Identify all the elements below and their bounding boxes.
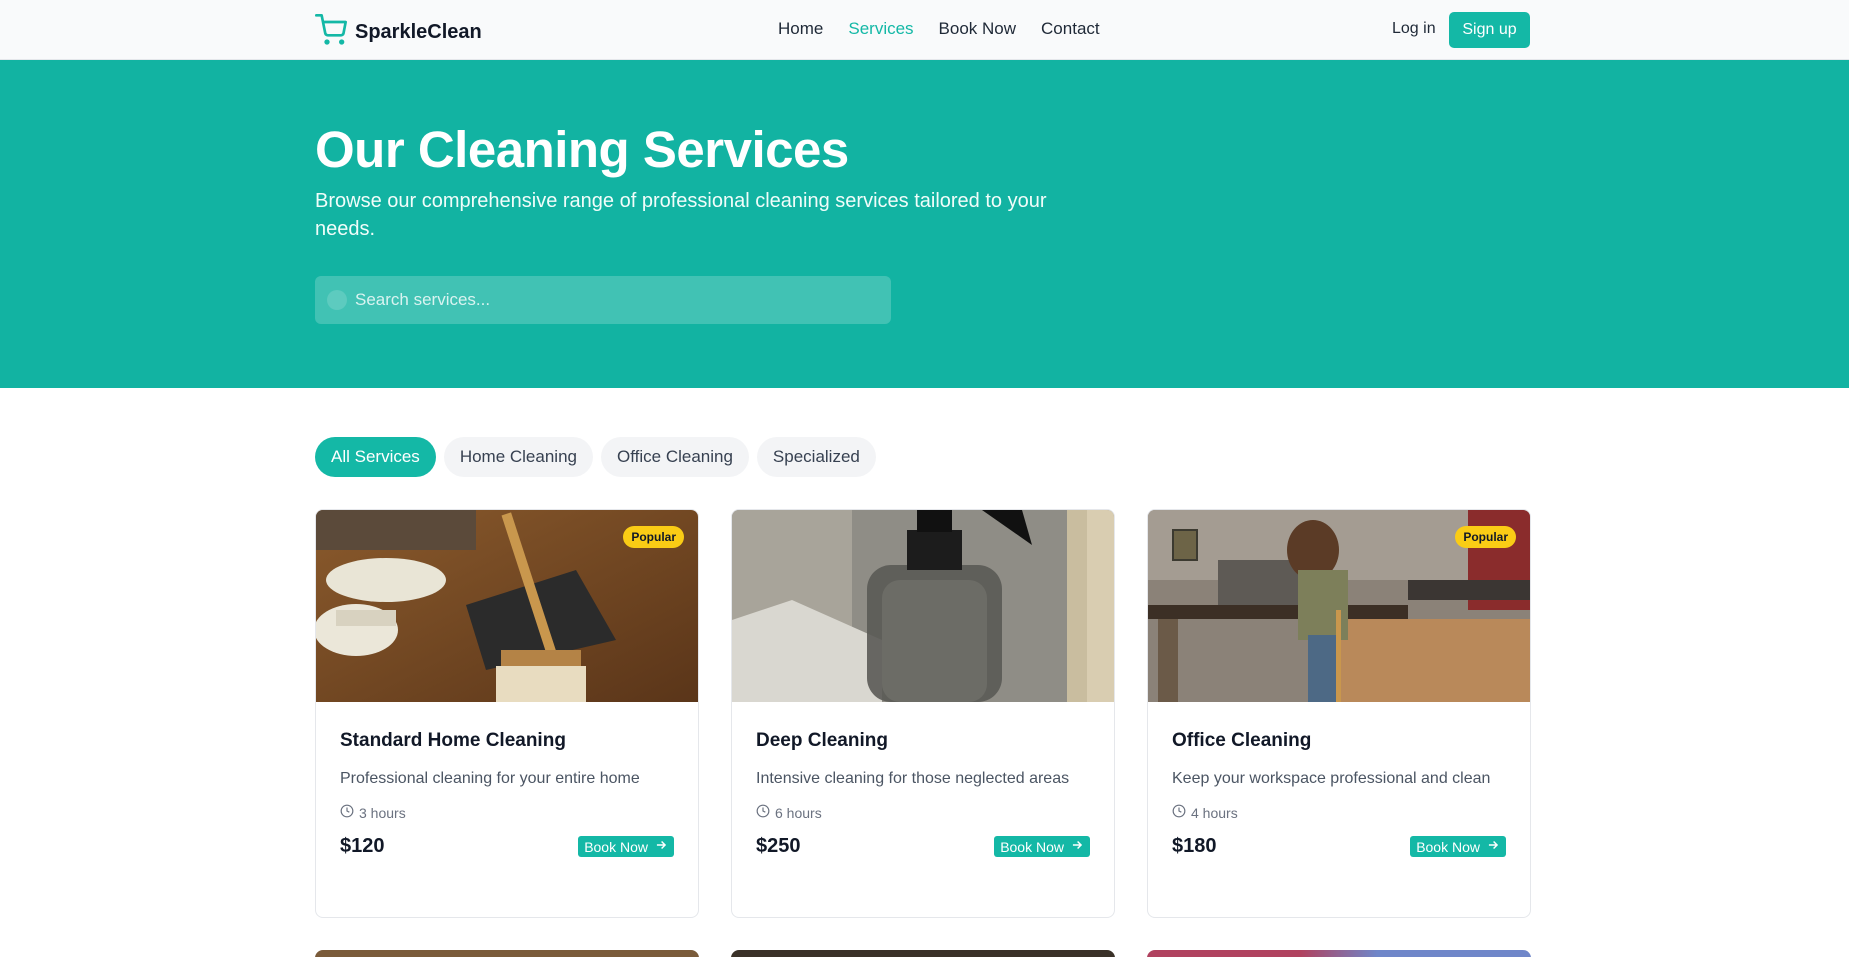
login-link[interactable]: Log in bbox=[1392, 20, 1436, 38]
service-card[interactable]: Deep Cleaning Intensive cleaning for tho… bbox=[731, 509, 1115, 918]
top-navbar: SparkleClean Home Services Book Now Cont… bbox=[0, 0, 1849, 60]
page-subtitle: Browse our comprehensive range of profes… bbox=[315, 190, 1047, 240]
service-title: Office Cleaning bbox=[1172, 730, 1312, 751]
nav-link-contact[interactable]: Contact bbox=[1041, 19, 1100, 39]
service-description: Keep your workspace professional and cle… bbox=[1172, 770, 1491, 787]
clock-icon bbox=[340, 804, 354, 821]
service-title: Deep Cleaning bbox=[756, 730, 888, 751]
brand-name: SparkleClean bbox=[355, 21, 482, 43]
cart-icon bbox=[315, 14, 347, 51]
duration-text: 6 hours bbox=[775, 804, 822, 821]
tab-specialized[interactable]: Specialized bbox=[756, 437, 876, 477]
tab-home-cleaning[interactable]: Home Cleaning bbox=[443, 437, 593, 477]
book-now-label: Book Now bbox=[1000, 838, 1064, 855]
service-duration: 6 hours bbox=[756, 804, 1090, 821]
arrow-right-icon bbox=[1070, 838, 1084, 855]
book-now-label: Book Now bbox=[584, 838, 648, 855]
service-card-image-partial bbox=[731, 950, 1115, 957]
nav-link-home[interactable]: Home bbox=[778, 19, 823, 39]
popular-badge: Popular bbox=[623, 526, 684, 548]
service-card[interactable]: Popular Office Cleaning Keep your worksp… bbox=[1147, 509, 1531, 918]
category-tabs: All Services Home Cleaning Office Cleani… bbox=[315, 437, 876, 477]
service-price: $180 bbox=[1172, 835, 1217, 857]
popular-badge: Popular bbox=[1455, 526, 1516, 548]
hero-section: Our Cleaning Services Browse our compreh… bbox=[0, 60, 1849, 388]
nav-link-book-now[interactable]: Book Now bbox=[939, 19, 1016, 39]
duration-text: 4 hours bbox=[1191, 804, 1238, 821]
clock-icon bbox=[756, 804, 770, 821]
service-card-image-partial bbox=[1147, 950, 1531, 957]
search-icon bbox=[327, 290, 347, 310]
arrow-right-icon bbox=[654, 838, 668, 855]
clock-icon bbox=[1172, 804, 1186, 821]
book-now-label: Book Now bbox=[1416, 838, 1480, 855]
service-price: $120 bbox=[340, 835, 385, 857]
service-card-image-partial bbox=[315, 950, 699, 957]
search-bar[interactable] bbox=[315, 276, 891, 324]
service-card[interactable]: Popular Standard Home Cleaning Professio… bbox=[315, 509, 699, 918]
service-image-spray-bottle bbox=[732, 510, 1114, 702]
service-price: $250 bbox=[756, 835, 801, 857]
service-description: Intensive cleaning for those neglected a… bbox=[756, 770, 1070, 787]
book-now-button[interactable]: Book Now bbox=[1410, 836, 1506, 857]
book-now-button[interactable]: Book Now bbox=[578, 836, 674, 857]
duration-text: 3 hours bbox=[359, 804, 406, 821]
service-title: Standard Home Cleaning bbox=[340, 730, 566, 751]
service-image-broom: Popular bbox=[316, 510, 698, 702]
service-duration: 3 hours bbox=[340, 804, 674, 821]
tab-office-cleaning[interactable]: Office Cleaning bbox=[601, 437, 749, 477]
service-duration: 4 hours bbox=[1172, 804, 1506, 821]
tab-all-services[interactable]: All Services bbox=[315, 437, 436, 477]
search-input[interactable] bbox=[355, 290, 891, 310]
nav-link-services[interactable]: Services bbox=[848, 19, 913, 39]
page-title: Our Cleaning Services bbox=[315, 121, 849, 178]
service-description: Professional cleaning for your entire ho… bbox=[340, 770, 640, 787]
nav-links: Home Services Book Now Contact bbox=[778, 19, 1100, 39]
service-image-office-sweeping: Popular bbox=[1148, 510, 1530, 702]
arrow-right-icon bbox=[1486, 838, 1500, 855]
brand-logo[interactable]: SparkleClean bbox=[315, 14, 482, 51]
signup-button[interactable]: Sign up bbox=[1449, 12, 1530, 48]
book-now-button[interactable]: Book Now bbox=[994, 836, 1090, 857]
